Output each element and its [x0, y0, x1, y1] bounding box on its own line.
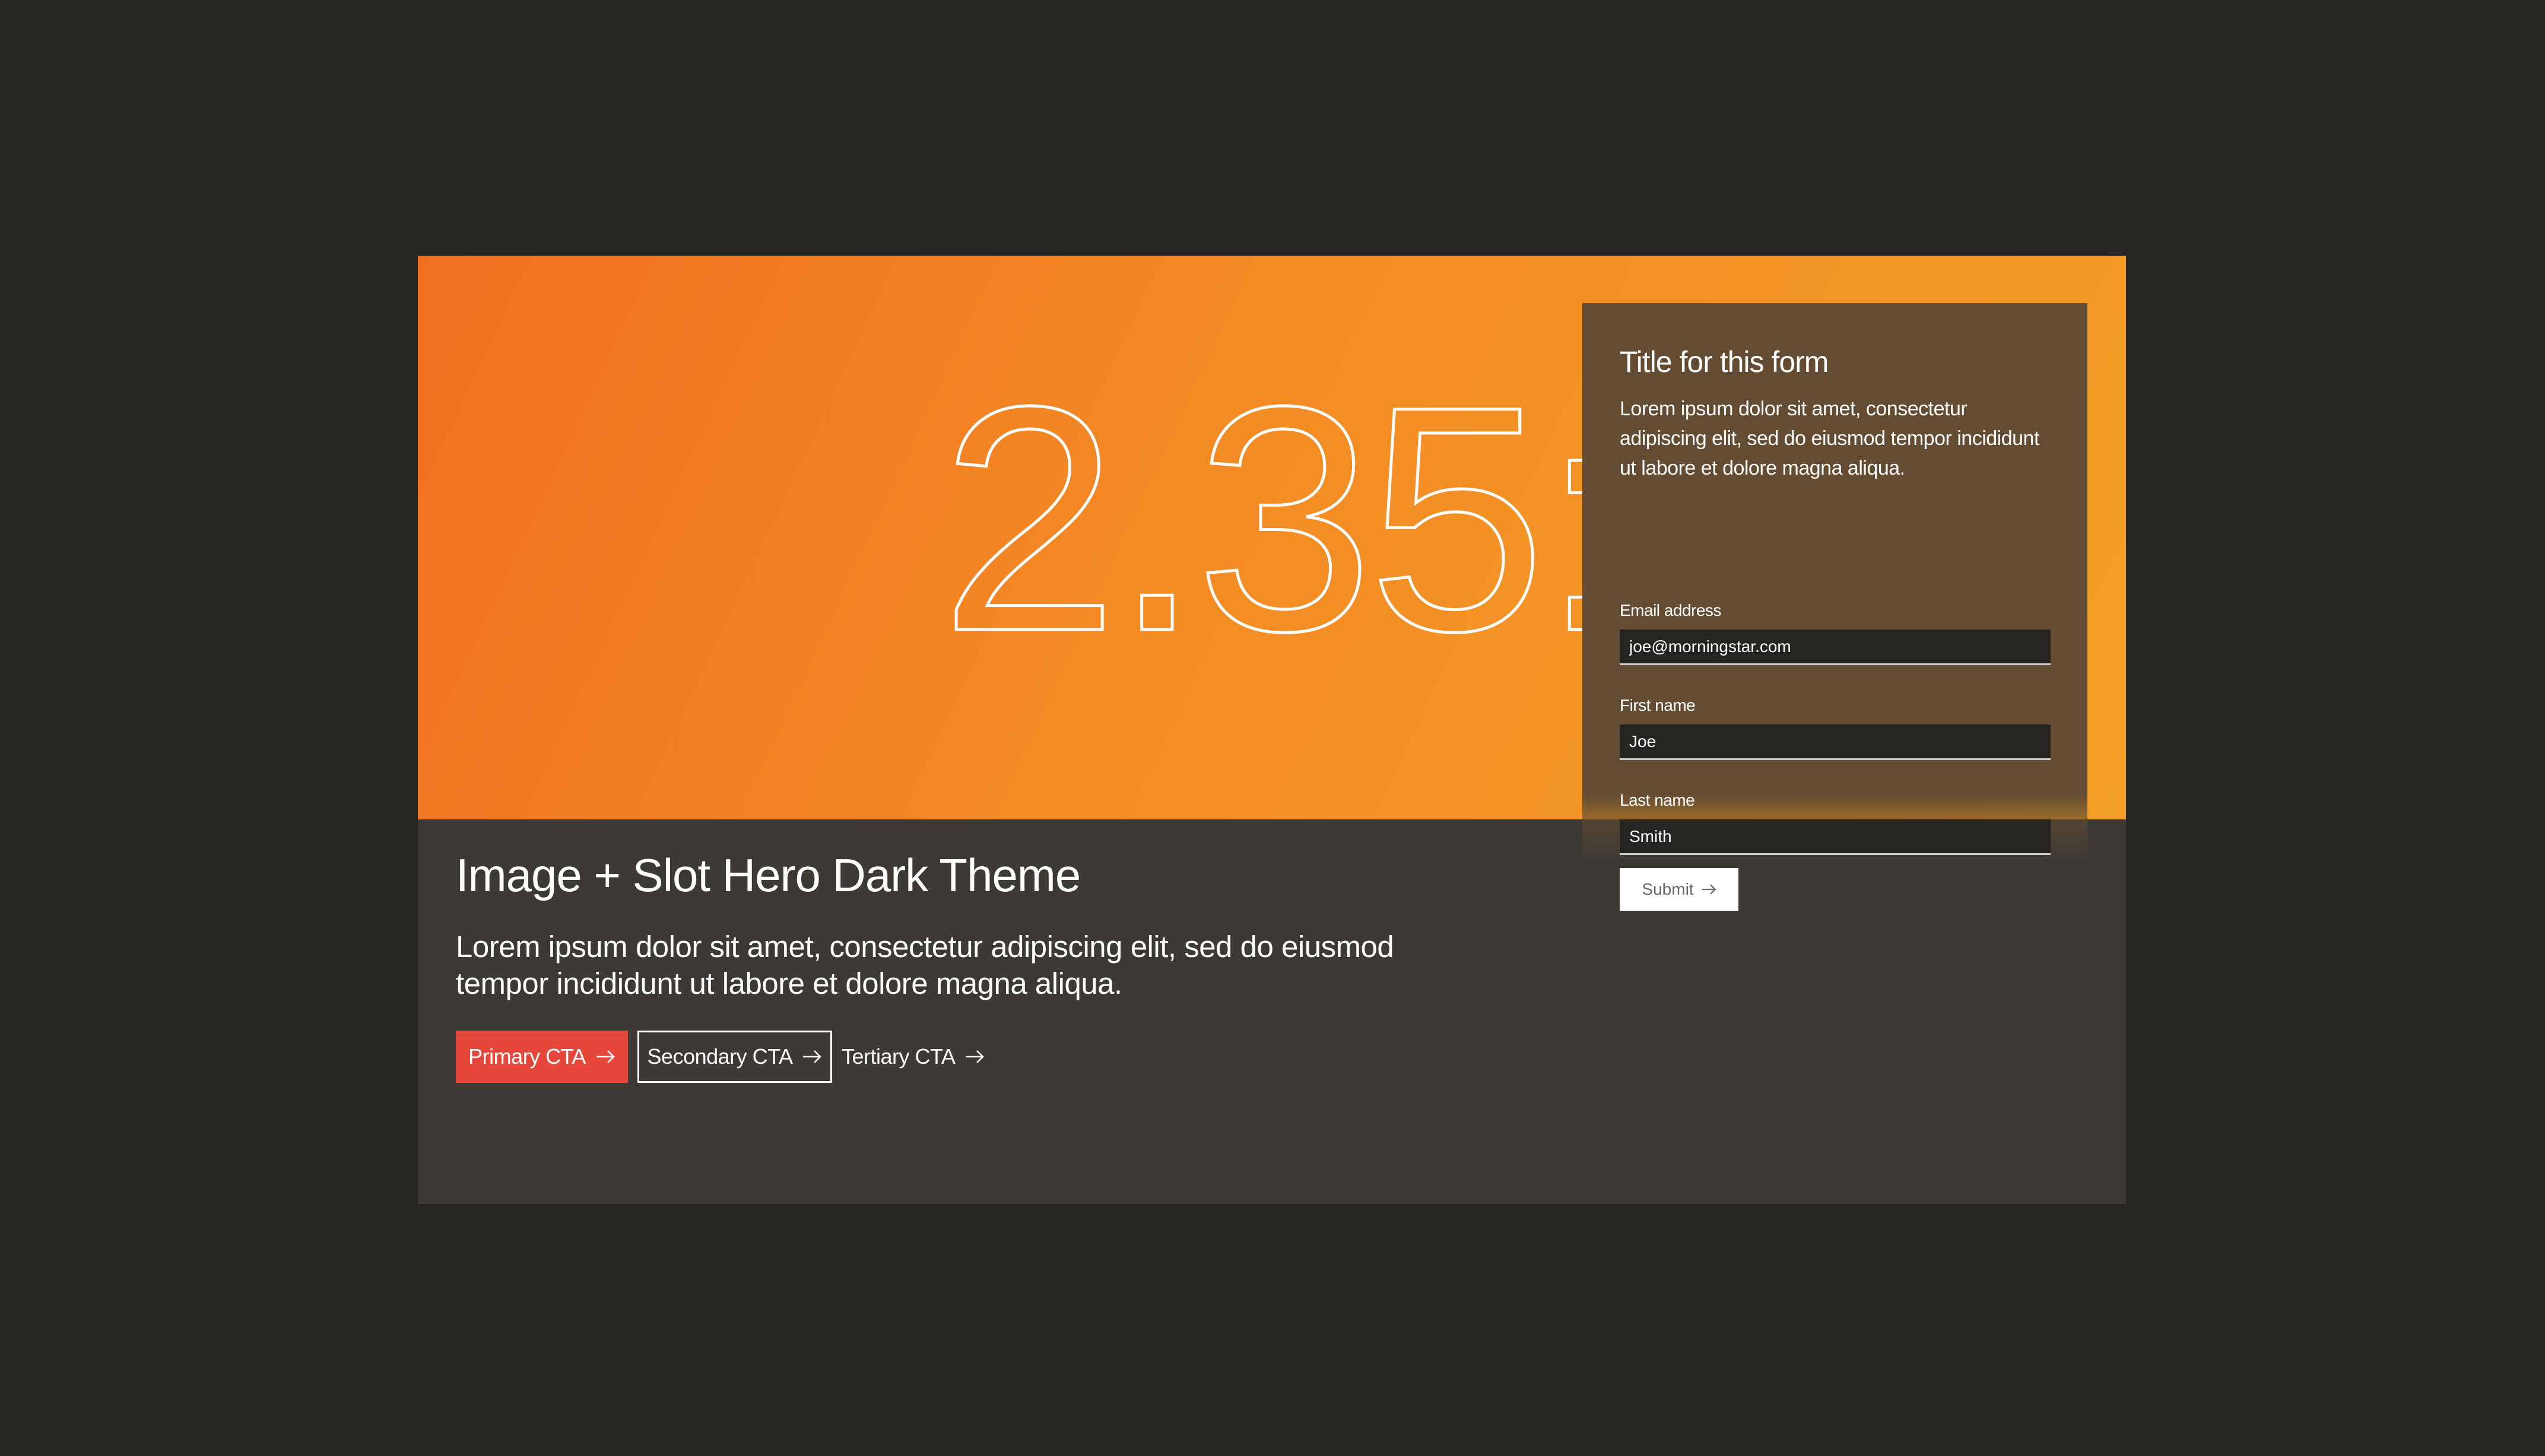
email-field-group: Email address	[1620, 601, 2051, 665]
primary-cta-button[interactable]: Primary CTA	[456, 1030, 628, 1083]
form-panel: Title for this form Lorem ipsum dolor si…	[1582, 303, 2087, 911]
arrow-right-icon	[803, 1050, 822, 1063]
form-description: Lorem ipsum dolor sit amet, consectetur …	[1620, 398, 2039, 479]
last-name-field-group: Last name	[1620, 791, 2051, 855]
hero-title: Image + Slot Hero Dark Theme	[456, 849, 1081, 901]
first-name-label: First name	[1620, 696, 1696, 714]
arrow-right-icon	[596, 1050, 615, 1063]
submit-label: Submit	[1642, 880, 1694, 898]
arrow-right-icon	[966, 1050, 985, 1063]
primary-cta-label: Primary CTA	[468, 1044, 586, 1069]
cta-row: Primary CTA Secondary CTA Tertiary CTA	[456, 1030, 1584, 1083]
last-name-input[interactable]	[1620, 819, 2051, 855]
submit-button[interactable]: Submit	[1620, 868, 1738, 911]
arrow-right-icon	[1702, 884, 1716, 895]
secondary-cta-button[interactable]: Secondary CTA	[637, 1030, 832, 1083]
email-input[interactable]	[1620, 630, 2051, 665]
last-name-label: Last name	[1620, 791, 1695, 809]
form: Title for this form Lorem ipsum dolor si…	[1620, 345, 2051, 911]
email-label: Email address	[1620, 601, 1721, 619]
hero-content: Image + Slot Hero Dark Theme Lorem ipsum…	[456, 849, 1584, 1083]
tertiary-cta-label: Tertiary CTA	[842, 1044, 956, 1069]
form-title: Title for this form	[1620, 345, 1829, 379]
hero-body: Lorem ipsum dolor sit amet, consectetur …	[456, 929, 1394, 1000]
hero-section: 2.35:1 Image + Slot Hero Dark Theme Lore…	[418, 256, 2126, 1204]
first-name-input[interactable]	[1620, 724, 2051, 760]
first-name-field-group: First name	[1620, 696, 2051, 760]
tertiary-cta-link[interactable]: Tertiary CTA	[842, 1031, 985, 1083]
secondary-cta-label: Secondary CTA	[647, 1044, 793, 1069]
